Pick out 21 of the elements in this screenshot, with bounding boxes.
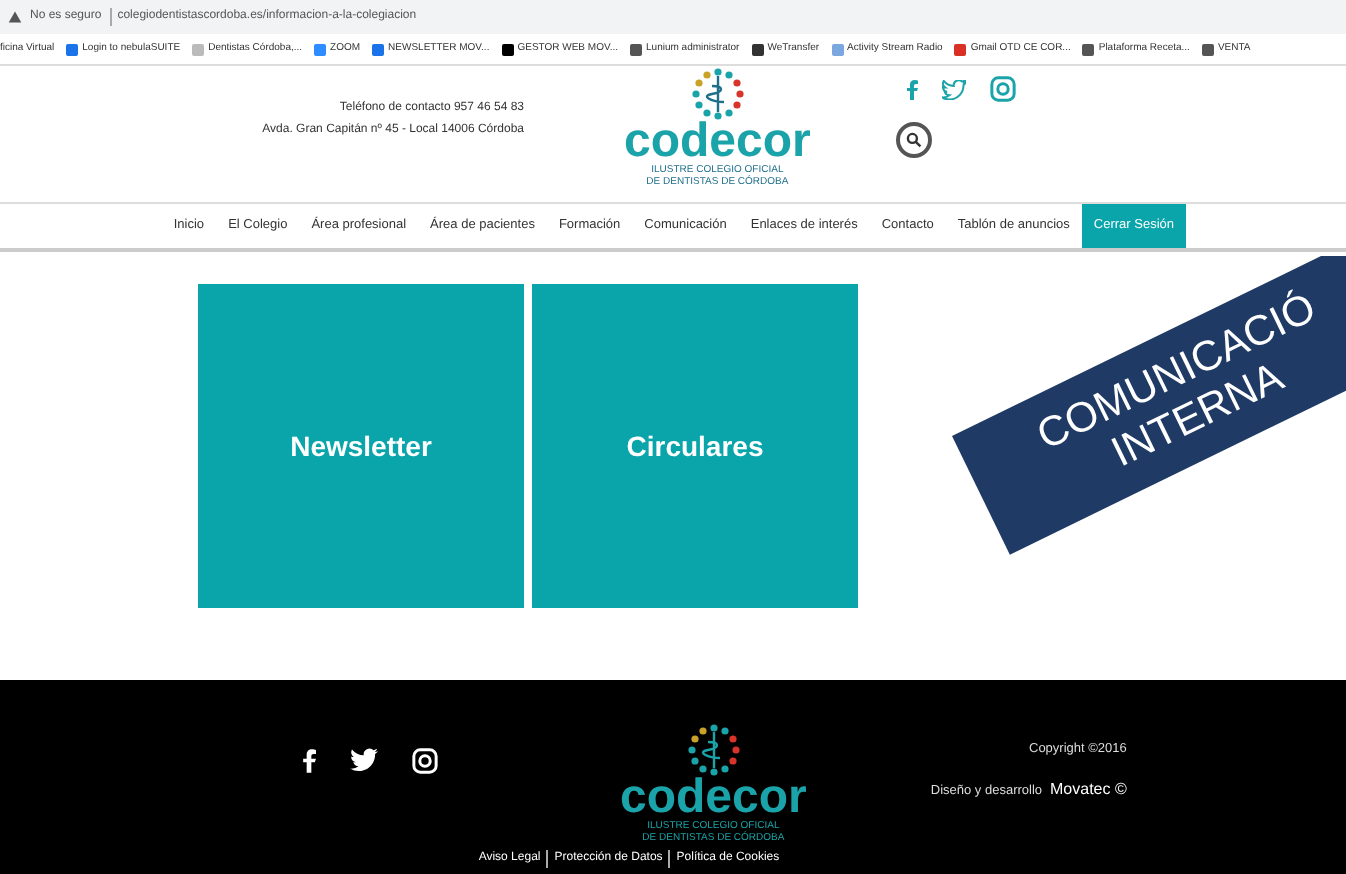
bookmark-icon — [66, 43, 79, 55]
bookmark-icon — [954, 43, 967, 55]
emblem-icon — [687, 724, 740, 776]
search-icon — [906, 132, 923, 148]
logo-wordmark: codecor — [624, 120, 811, 164]
emblem-icon — [691, 68, 744, 120]
bookmark-icon — [501, 43, 514, 55]
bookmark-icon — [751, 43, 764, 55]
logo-wordmark: codecor — [620, 776, 807, 820]
bookmark-icon — [831, 43, 844, 55]
facebook-icon[interactable] — [302, 748, 316, 774]
bookmark-icon — [630, 43, 643, 55]
company-link[interactable]: Movatec © — [1050, 777, 1127, 802]
bookmark-icon — [1082, 43, 1095, 55]
bookmark-icon — [372, 43, 385, 55]
search-button[interactable] — [896, 122, 933, 158]
bookmark-icon — [314, 43, 327, 55]
warning-icon — [8, 10, 22, 24]
twitter-icon[interactable] — [350, 748, 378, 772]
bookmark-icon — [1201, 43, 1214, 55]
bookmark-icon — [192, 43, 205, 55]
